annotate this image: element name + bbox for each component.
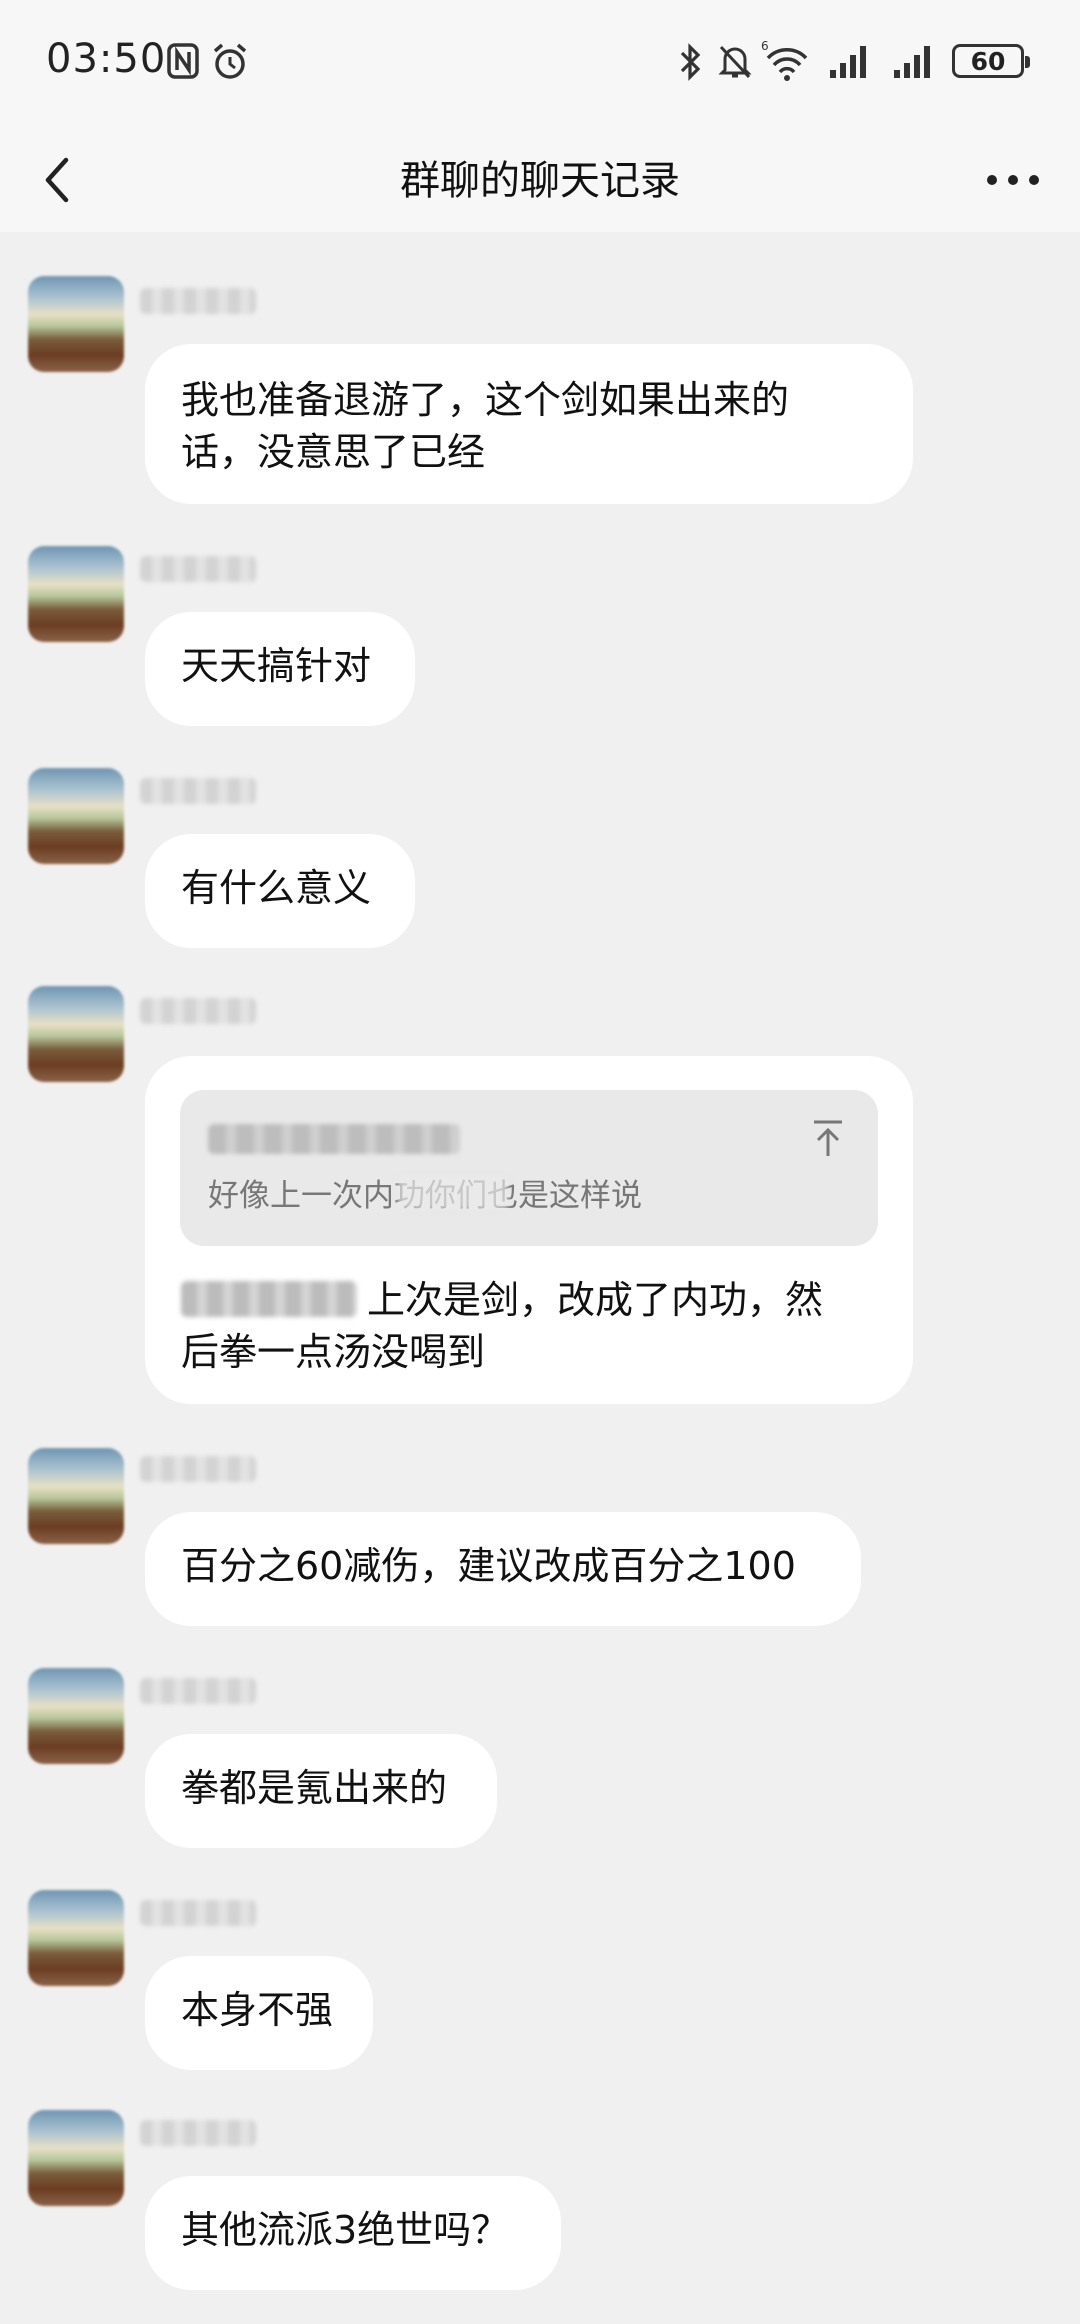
message-text-block: 上次是剑，改成了内功，然 后拳一点汤没喝到 [181,1274,823,1378]
jump-to-top-icon[interactable] [808,1116,848,1160]
status-time: 03:50 [46,36,167,82]
sender-name-redacted [140,556,256,582]
message-text: 上次是剑，改成了内功，然 [367,1278,824,1322]
status-bar: 03:50 6 60 [0,0,1080,128]
sender-name-redacted [140,1678,256,1704]
message-text: 其他流派3绝世吗？ [181,2208,510,2252]
message-bubble[interactable]: 本身不强 [145,1956,373,2070]
sender-name-redacted [140,1900,256,1926]
message-text: 本身不强 [181,1988,334,2032]
alarm-icon [213,43,247,79]
bluetooth-icon [680,43,701,81]
nfc-icon [167,43,199,79]
avatar[interactable] [28,1890,124,1986]
message-bubble[interactable]: 百分之60减伤，建议改成百分之100 [145,1512,861,1626]
message-text: 我也准备退游了，这个剑如果出来的 [181,378,790,422]
top-bar: 03:50 6 60 群聊的聊天记录 [0,0,1080,232]
more-icon[interactable] [980,158,1046,202]
message-bubble[interactable]: 天天搞针对 [145,612,415,726]
avatar[interactable] [28,1668,124,1764]
message-text: 后拳一点汤没喝到 [181,1330,486,1374]
message-bubble[interactable]: 有什么意义 [145,834,415,948]
message-text: 拳都是氪出来的 [181,1766,448,1810]
message-bubble[interactable]: 我也准备退游了，这个剑如果出来的 话，没意思了已经 [145,344,913,504]
sender-name-redacted [140,2120,256,2146]
svg-text:6: 6 [761,39,769,53]
sender-name-redacted [140,288,256,314]
page-title: 群聊的聊天记录 [400,158,680,204]
battery-icon: 60 [952,44,1030,78]
avatar[interactable] [28,546,124,642]
sender-name-redacted [140,1456,256,1482]
sender-name-redacted [140,998,256,1024]
avatar[interactable] [28,986,124,1082]
quoted-message[interactable]: 好像上一次内功你们也是这样说 [180,1090,878,1246]
wifi-icon: 6 [761,39,808,81]
message-text: 有什么意义 [181,866,372,910]
message-text: 百分之60减伤，建议改成百分之100 [181,1544,796,1588]
mute-icon [718,45,752,79]
message-text: 天天搞针对 [181,644,372,688]
nav-bar: 群聊的聊天记录 [0,128,1080,232]
avatar[interactable] [28,1448,124,1544]
avatar[interactable] [28,768,124,864]
quoted-sender-redacted [208,1124,460,1154]
avatar[interactable] [28,2110,124,2206]
message-text: 话，没意思了已经 [181,430,486,474]
avatar[interactable] [28,276,124,372]
signal-icon [894,46,930,78]
redaction-blur [398,1176,508,1210]
battery-level: 60 [970,46,1006,76]
signal-icon [830,46,866,78]
message-bubble[interactable]: 其他流派3绝世吗？ [145,2176,561,2290]
message-bubble[interactable]: 拳都是氪出来的 [145,1734,497,1848]
mention-redacted [181,1281,357,1317]
sender-name-redacted [140,778,256,804]
